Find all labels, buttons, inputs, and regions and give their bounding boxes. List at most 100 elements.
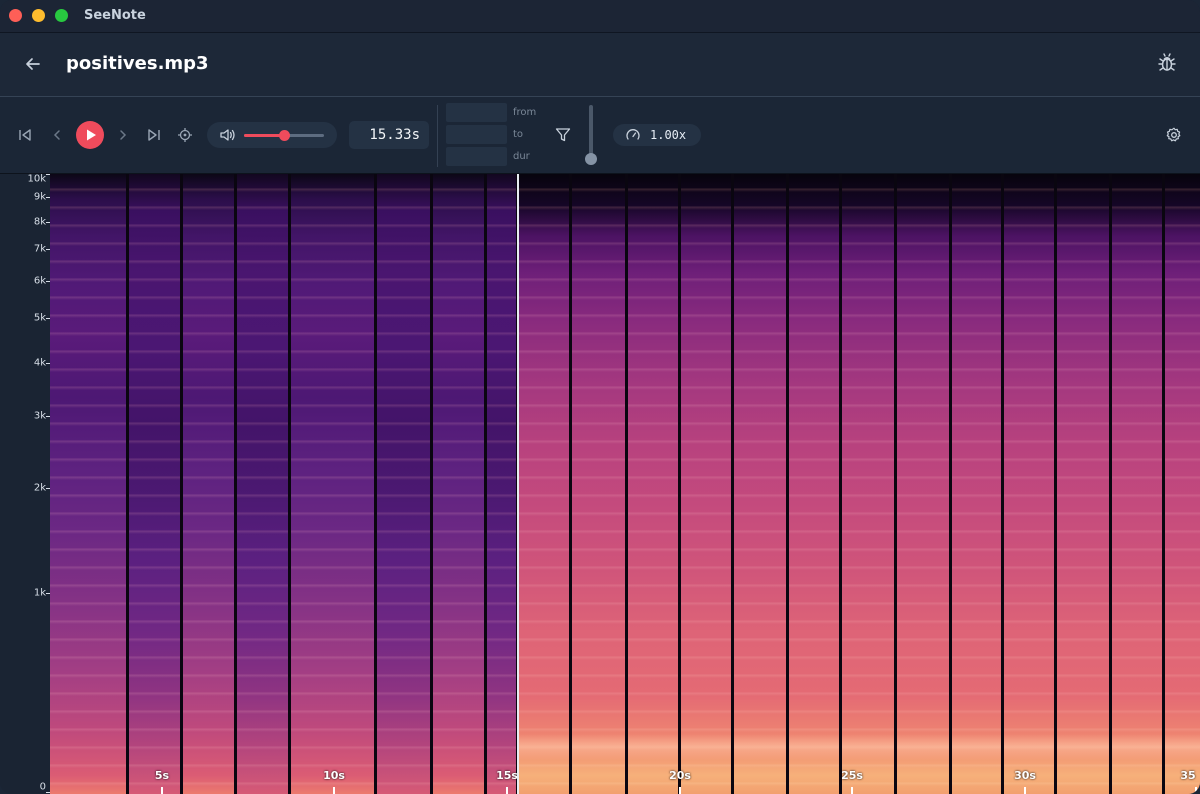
volume-icon[interactable] [219,127,236,143]
locate-playhead-button[interactable] [176,126,194,144]
volume-slider[interactable] [244,130,324,141]
frequency-tick-label: 10k [27,173,46,185]
zoom-slider-handle[interactable] [585,153,597,165]
spectrogram-segment [626,174,679,794]
bass-band [732,734,787,760]
next-button[interactable] [114,126,132,144]
spectrogram-segment [840,174,895,794]
bass-band [1110,734,1163,760]
time-tick-mark [333,787,335,794]
spectrogram-segment [1002,174,1055,794]
segment-gap [731,174,734,794]
harmonic-bands [1110,174,1163,794]
volume-slider-handle[interactable] [278,130,290,141]
minimize-window-button[interactable] [32,9,45,22]
skip-to-end-button[interactable] [145,126,163,144]
harmonic-bands [181,174,235,794]
play-button[interactable] [76,121,104,149]
current-time-text: 15.33s [369,127,420,143]
harmonic-bands [1055,174,1110,794]
gauge-icon [626,129,640,140]
spectrogram-segment [950,174,1002,794]
bass-band [787,734,840,760]
frequency-tick-label: 1k [33,587,46,599]
bass-band [1002,734,1055,760]
frequency-tick-label: 5k [33,312,46,324]
title-bar: SeeNote [0,0,1200,33]
segment-gap [839,174,842,794]
harmonic-bands [431,174,485,794]
spectrogram-segment [289,174,375,794]
to-field[interactable] [446,125,507,144]
harmonic-bands [732,174,787,794]
frequency-tick-label: 6k [33,275,46,287]
harmonic-bands [517,174,570,794]
bass-band [517,734,570,760]
harmonic-bands [840,174,895,794]
segment-gap [1162,174,1165,794]
playhead[interactable] [517,174,519,794]
time-tick-label: 30s [1014,769,1036,782]
app-window: SeeNote positives.mp3 15.33s from to dur… [0,0,1200,794]
time-tick-mark [1195,787,1197,794]
spectrogram-segment [50,174,127,794]
bass-band [950,734,1002,760]
segment-gap [569,174,572,794]
segment-gap [949,174,952,794]
filter-icon [555,128,571,142]
to-label: to [513,129,524,140]
spectrogram-segment [679,174,732,794]
debug-button[interactable] [1156,52,1178,74]
zoom-window-button[interactable] [55,9,68,22]
toolbar-divider [437,105,438,167]
bass-band [570,734,626,760]
header: positives.mp3 [0,33,1200,97]
back-button[interactable] [22,53,44,75]
spectrogram-segment [895,174,950,794]
time-tick-mark [851,787,853,794]
bug-icon [1158,53,1176,71]
frequency-tick-label: 9k [33,191,46,203]
play-icon [87,129,96,141]
bass-band [840,734,895,760]
frequency-tick-label: 7k [33,243,46,255]
frequency-tick-label: 4k [33,357,46,369]
spectrogram-segment [1055,174,1110,794]
close-window-button[interactable] [9,9,22,22]
spectrogram-segment [1163,174,1200,794]
spectrogram-segment [375,174,431,794]
skip-to-start-button[interactable] [16,126,34,144]
harmonic-bands [950,174,1002,794]
spectrogram-segment [431,174,485,794]
playback-speed-button[interactable]: 1.00x [613,124,701,146]
settings-button[interactable] [1165,126,1183,144]
time-tick-mark [1024,787,1026,794]
segment-gap [126,174,129,794]
harmonic-bands [895,174,950,794]
segment-gap [234,174,237,794]
chevron-right-icon [120,130,127,140]
time-tick-label: 15s [496,769,518,782]
from-field[interactable] [446,103,507,122]
harmonic-bands [289,174,375,794]
time-tick-mark [679,787,681,794]
filter-button[interactable] [554,126,572,144]
gear-icon [1166,127,1181,142]
previous-button[interactable] [48,126,66,144]
segment-gap [625,174,628,794]
spectrogram-segment [127,174,181,794]
spectrogram-canvas[interactable]: 5s 10s 15s 20s 25s 30s 35 [50,174,1200,794]
time-tick-label: 5s [154,769,170,782]
dur-field[interactable] [446,147,507,166]
spectrogram-segment [235,174,289,794]
spectrogram-segment [181,174,235,794]
segment-gap [1001,174,1004,794]
arrow-left-icon [26,58,40,70]
spectrogram-segment [570,174,626,794]
spectrogram-segment [787,174,840,794]
segment-gap [430,174,433,794]
segment-gap [894,174,897,794]
harmonic-bands [626,174,679,794]
segment-gap [374,174,377,794]
spectrogram-segment [517,174,570,794]
